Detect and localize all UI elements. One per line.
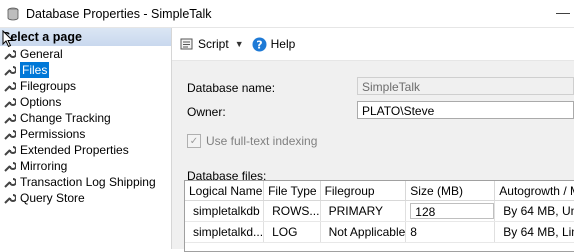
sidebar-item-label: Extended Properties xyxy=(20,143,129,157)
wrench-icon xyxy=(4,66,16,76)
owner-label: Owner: xyxy=(187,105,226,119)
help-button[interactable]: ? Help xyxy=(252,37,296,52)
filegroup-cell[interactable]: PRIMARY xyxy=(320,200,407,222)
size-input[interactable]: 128 xyxy=(410,203,494,219)
filegroup-cell[interactable]: Not Applicable xyxy=(320,221,407,243)
logical-name-cell[interactable]: simpletalkdb xyxy=(185,200,265,222)
sidebar-item-general[interactable]: General xyxy=(0,46,171,62)
chevron-down-icon[interactable]: ▼ xyxy=(235,39,244,49)
properties-pane: Script ▼ ? Help Database name: SimpleTal… xyxy=(172,28,574,252)
wrench-icon xyxy=(4,162,16,172)
sidebar-item-transaction-log-shipping[interactable]: Transaction Log Shipping xyxy=(0,174,171,190)
wrench-icon xyxy=(4,82,16,92)
sidebar-item-label: Files xyxy=(20,62,50,78)
sidebar-item-label: Transaction Log Shipping xyxy=(20,175,156,189)
wrench-icon xyxy=(4,50,16,60)
database-name-label: Database name: xyxy=(187,81,276,95)
sidebar-item-label: Query Store xyxy=(20,191,85,205)
title-bar: Database Properties - SimpleTalk — xyxy=(0,0,574,28)
sidebar-item-mirroring[interactable]: Mirroring xyxy=(0,158,171,174)
script-label: Script xyxy=(198,37,229,51)
autogrowth-cell[interactable]: By 64 MB, Limi xyxy=(494,221,574,243)
checkbox-icon: ✓ xyxy=(187,134,201,148)
column-header[interactable]: Logical Name xyxy=(185,181,265,201)
table-row[interactable]: simpletalkd... LOG Not Applicable 8 By 6… xyxy=(185,221,574,243)
logical-name-cell[interactable]: simpletalkd... xyxy=(185,221,265,243)
database-name-field: SimpleTalk xyxy=(357,77,574,95)
help-label: Help xyxy=(270,37,296,51)
size-value[interactable]: 8 xyxy=(410,225,417,239)
sidebar-item-files[interactable]: Files xyxy=(0,62,171,78)
wrench-icon xyxy=(4,194,16,204)
database-icon xyxy=(7,7,19,20)
fulltext-label: Use full-text indexing xyxy=(206,134,318,148)
sidebar-item-label: Options xyxy=(20,95,62,109)
help-icon: ? xyxy=(252,37,267,51)
toolbar: Script ▼ ? Help xyxy=(172,28,574,61)
wrench-icon xyxy=(4,178,16,188)
column-header[interactable]: File Type xyxy=(263,181,321,201)
grid-header-row: Logical Name File Type Filegroup Size (M… xyxy=(185,181,574,201)
sidebar-item-extended-properties[interactable]: Extended Properties xyxy=(0,142,171,158)
fulltext-checkbox: ✓ Use full-text indexing xyxy=(187,134,317,148)
sidebar-item-filegroups[interactable]: Filegroups xyxy=(0,78,171,94)
script-icon xyxy=(180,38,193,50)
sidebar-item-label: Filegroups xyxy=(20,79,77,93)
sidebar-item-query-store[interactable]: Query Store xyxy=(0,190,171,206)
table-row[interactable]: simpletalkdb ROWS... PRIMARY 128 By 64 M… xyxy=(185,200,574,222)
script-button[interactable]: Script ▼ xyxy=(180,37,244,51)
sidebar-item-label: Change Tracking xyxy=(20,111,111,125)
column-header[interactable]: Filegroup xyxy=(320,181,407,201)
sidebar-item-label: Mirroring xyxy=(20,159,68,173)
column-header[interactable]: Autogrowth / M xyxy=(494,181,574,201)
select-page-header: Select a page xyxy=(0,28,171,46)
size-cell[interactable]: 128 xyxy=(405,200,496,222)
database-files-grid[interactable]: Logical Name File Type Filegroup Size (M… xyxy=(184,180,574,252)
wrench-icon xyxy=(4,146,16,156)
size-cell[interactable]: 8 xyxy=(405,221,496,243)
sidebar-item-change-tracking[interactable]: Change Tracking xyxy=(0,110,171,126)
wrench-icon xyxy=(4,130,16,140)
window-title: Database Properties - SimpleTalk xyxy=(26,6,212,21)
autogrowth-cell[interactable]: By 64 MB, Unli xyxy=(494,200,574,222)
sidebar-item-options[interactable]: Options xyxy=(0,94,171,110)
owner-field[interactable]: PLATO\Steve xyxy=(357,101,574,119)
sidebar-item-label: General xyxy=(20,47,63,61)
page-list: General Files Filegroups Options Change … xyxy=(0,46,171,206)
wrench-icon xyxy=(4,98,16,108)
file-type-cell[interactable]: LOG xyxy=(263,221,321,243)
svg-text:?: ? xyxy=(256,38,262,51)
file-type-cell[interactable]: ROWS... xyxy=(263,200,321,222)
mouse-cursor-icon xyxy=(2,30,14,48)
sidebar-item-label: Permissions xyxy=(20,127,86,141)
column-header[interactable]: Size (MB) xyxy=(405,181,496,201)
wrench-icon xyxy=(4,114,16,124)
minimize-button[interactable]: — xyxy=(556,4,570,20)
page-selector-pane: Select a page General Files Filegroups O… xyxy=(0,28,172,249)
sidebar-item-permissions[interactable]: Permissions xyxy=(0,126,171,142)
